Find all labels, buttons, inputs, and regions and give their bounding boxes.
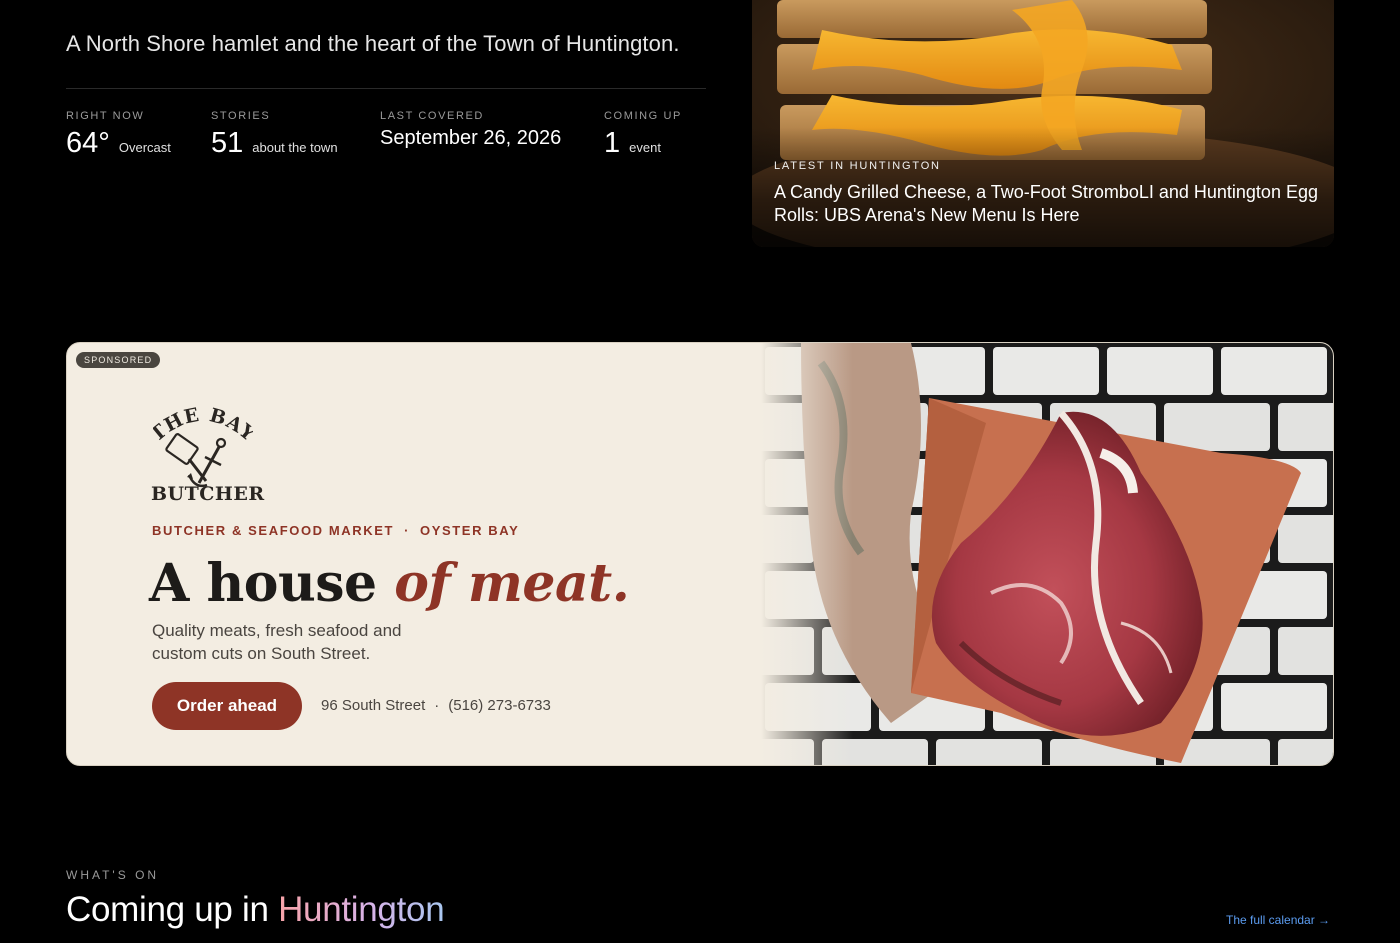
stat-weather: RIGHT NOW 64° Overcast [66,110,171,160]
stat-label: LAST COVERED [380,110,484,122]
whats-on-kicker: WHAT'S ON [66,868,160,882]
ad-headline: A house of meat. [149,553,630,614]
stat-last-covered: LAST COVERED September 26, 2026 [380,110,561,150]
ad-headline-accent: of meat. [394,553,630,614]
whats-on-title: Coming up in Huntington [66,890,445,930]
latest-headline[interactable]: A Candy Grilled Cheese, a Two-Foot Strom… [774,181,1319,227]
steak-photo [761,343,1333,765]
ad-contact: 96 South Street · (516) 273-6733 [321,697,551,714]
stat-detail: Overcast [118,140,171,155]
stat-label: STORIES [211,110,271,122]
stat-detail: event [629,140,661,155]
sponsored-badge: SPONSORED [76,352,161,368]
stat-label: COMING UP [604,110,682,122]
stat-coming-up: COMING UP 1 event [604,110,682,160]
ad-address: 96 South Street [321,697,426,714]
latest-story-card[interactable]: LATEST IN HUNTINGTON A Candy Grilled Che… [752,0,1334,247]
ad-eyebrow: BUTCHER & SEAFOOD MARKET · OYSTER BAY [152,523,520,538]
ad-phone[interactable]: (516) 273-6733 [448,697,551,714]
stat-value: 1 [604,127,621,159]
ad-headline-plain: A house [149,553,377,614]
stat-value: 64° [66,127,110,159]
stat-stories: STORIES 51 about the town [211,110,338,160]
ad-description: Quality meats, fresh seafood and custom … [152,621,402,663]
ad-eyebrow-category: BUTCHER & SEAFOOD MARKET [152,523,395,538]
latest-kicker: LATEST IN HUNTINGTON [774,160,941,172]
stat-value: September 26, 2026 [380,127,562,149]
hero-tagline: A North Shore hamlet and the heart of th… [66,31,680,56]
hero-divider [66,88,706,89]
order-ahead-button[interactable]: Order ahead [152,682,302,730]
whats-on-title-accent: Huntington [278,890,445,929]
sponsored-ad-banner[interactable]: SPONSORED THE BAY BUTCHER BUTCHER & SEAF… [66,342,1334,766]
stat-label: RIGHT NOW [66,110,145,122]
stat-value: 51 [211,127,244,159]
full-calendar-link[interactable]: The full calendar → [1226,913,1330,927]
stat-detail: about the town [252,140,338,155]
whats-on-title-plain: Coming up in [66,890,269,929]
ad-eyebrow-location: OYSTER BAY [420,523,520,538]
logo-bottom-text: BUTCHER [151,483,265,505]
